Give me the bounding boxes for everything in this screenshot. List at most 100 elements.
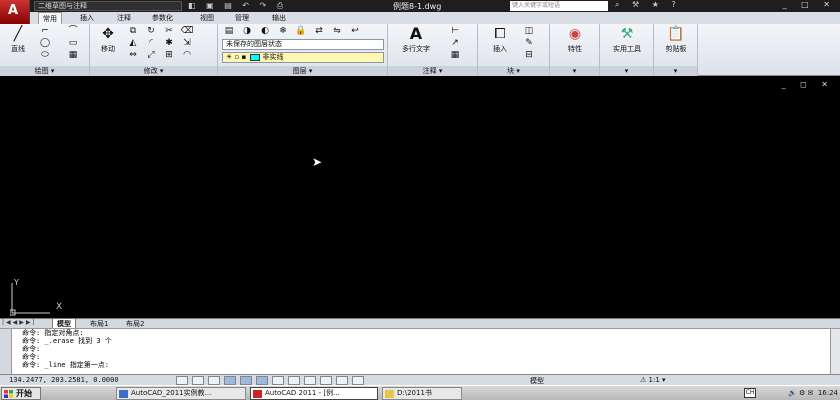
qp-toggle[interactable]: [336, 376, 348, 385]
rotate-icon[interactable]: ↻: [144, 26, 158, 37]
command-input[interactable]: 命令: _line 指定第一点:: [22, 361, 840, 369]
rectangle-icon[interactable]: ▭: [66, 38, 80, 49]
title-tools[interactable]: ⌕ ⚒ ★ ?: [615, 0, 681, 10]
command-line: 命令: _.erase 找到 3 个: [22, 337, 112, 345]
explode-icon[interactable]: ✱: [162, 38, 176, 49]
annotation-panel-label[interactable]: 注释 ▾: [388, 66, 477, 76]
application-menu-button[interactable]: A: [0, 0, 30, 24]
annotation-scale[interactable]: ⚠ 1:1 ▾: [640, 376, 666, 384]
tab-parametric[interactable]: 参数化: [152, 12, 173, 24]
offset-icon[interactable]: ◠: [180, 50, 194, 61]
layout-tab-bar: |◀◀▶▶| 模型 布局1 布局2: [0, 318, 840, 329]
layer-state-dropdown[interactable]: 未保存的图层状态: [222, 39, 384, 50]
move-icon: ✥: [102, 26, 114, 42]
command-window[interactable]: 命令: 指定对角点: 命令: _.erase 找到 3 个 命令: 命令: 命令…: [0, 328, 840, 375]
command-line: 命令: 指定对角点:: [22, 329, 84, 337]
otrack-toggle[interactable]: [256, 376, 268, 385]
sc-toggle[interactable]: [352, 376, 364, 385]
layout-nav-arrows[interactable]: |◀◀▶▶|: [2, 319, 37, 326]
move-button[interactable]: ✥ 移动: [94, 26, 122, 54]
erase-icon[interactable]: ⌫: [180, 26, 194, 37]
tab-view[interactable]: 视图: [200, 12, 214, 24]
ucs-icon: Y X: [10, 278, 62, 316]
attribute-icon[interactable]: ⊟: [522, 50, 536, 61]
circle-icon[interactable]: ◯: [38, 38, 52, 49]
layer-freeze-icon[interactable]: ❄: [276, 26, 290, 37]
block-panel-label[interactable]: 块 ▾: [478, 66, 549, 76]
clipboard-panel-label[interactable]: ▾: [654, 66, 697, 76]
clipboard-button[interactable]: 📋 剪贴板: [656, 26, 696, 54]
tab-home[interactable]: 常用: [38, 12, 62, 24]
color-wheel-icon: ◉: [568, 26, 582, 42]
table-icon[interactable]: ▦: [448, 50, 462, 61]
document-icon: [119, 390, 128, 398]
taskbar-app-book[interactable]: AutoCAD_2011实例教...: [116, 387, 246, 400]
insert-block-button[interactable]: ⧠ 插入: [484, 26, 516, 54]
tab-annotate[interactable]: 注释: [117, 12, 131, 24]
tab-insert[interactable]: 插入: [80, 12, 94, 24]
layer-off-icon[interactable]: ◑: [240, 26, 254, 37]
command-scrollbar[interactable]: [830, 329, 840, 375]
ducs-toggle[interactable]: [272, 376, 284, 385]
dyn-toggle[interactable]: [288, 376, 300, 385]
utilities-button[interactable]: ⚒ 实用工具: [604, 26, 650, 54]
tpy-toggle[interactable]: [320, 376, 332, 385]
taskbar-app-folder[interactable]: D:\2011书: [382, 387, 462, 400]
copy-icon[interactable]: ⧉: [126, 26, 140, 37]
taskbar: 开始 AutoCAD_2011实例教... AutoCAD 2011 - [例.…: [0, 385, 840, 400]
current-layer-dropdown[interactable]: ☀ ▫ ▪ 非实线: [222, 52, 384, 63]
scale-icon[interactable]: ⤢: [144, 50, 158, 61]
osnap-toggle[interactable]: [240, 376, 252, 385]
layers-panel-label[interactable]: 图层 ▾: [218, 66, 387, 76]
command-grip[interactable]: [0, 329, 12, 375]
ime-indicator[interactable]: CH: [744, 388, 756, 398]
stretch2-icon[interactable]: ⇔: [126, 50, 140, 61]
hatch-icon[interactable]: ▦: [66, 50, 80, 61]
quick-access-toolbar[interactable]: ◧ ▣ ▤ ↶ ↷ ⎙: [188, 1, 287, 11]
arc-icon[interactable]: ⌒: [66, 26, 80, 37]
polar-toggle[interactable]: [224, 376, 236, 385]
line-label: 直线: [11, 45, 25, 53]
stretch-icon[interactable]: ⇲: [180, 38, 194, 49]
draw-panel-label[interactable]: 绘图 ▾: [0, 66, 89, 76]
modify-panel: ✥ 移动 ⧉ ↻ ✂ ⌫ ◭ ◜ ✱ ⇲ ⇔ ⤢ ⊞ ◠ 修改 ▾: [90, 24, 218, 76]
drawing-canvas[interactable]: _ ◻ ✕ ➤ Y X: [0, 77, 840, 318]
viewport-controls[interactable]: _ ◻ ✕: [782, 80, 834, 89]
polyline-icon[interactable]: ⌐: [38, 26, 52, 37]
layer-properties-icon[interactable]: ▤: [222, 26, 236, 37]
trim-icon[interactable]: ✂: [162, 26, 176, 37]
grid-toggle[interactable]: [192, 376, 204, 385]
leader-icon[interactable]: ↗: [448, 38, 462, 49]
tab-manage[interactable]: 管理: [235, 12, 249, 24]
taskbar-app-autocad[interactable]: AutoCAD 2011 - [例...: [250, 387, 378, 400]
clock: 16:24: [817, 389, 838, 397]
lwt-toggle[interactable]: [304, 376, 316, 385]
ellipse-icon[interactable]: ⬭: [38, 50, 52, 61]
ortho-toggle[interactable]: [208, 376, 220, 385]
svg-text:X: X: [56, 302, 62, 312]
layer-lock-icon[interactable]: 🔒: [294, 26, 308, 37]
insert-label: 插入: [493, 45, 507, 53]
utilities-panel-label[interactable]: ▾: [600, 66, 653, 76]
mirror-icon[interactable]: ◭: [126, 38, 140, 49]
snap-toggle[interactable]: [176, 376, 188, 385]
properties-button[interactable]: ◉ 特性: [556, 26, 594, 54]
tab-output[interactable]: 输出: [272, 12, 286, 24]
edit-block-icon[interactable]: ✎: [522, 38, 536, 49]
dimension-icon[interactable]: ⊢: [448, 26, 462, 37]
mtext-button[interactable]: A 多行文字: [394, 26, 438, 54]
start-button[interactable]: 开始: [1, 387, 41, 400]
create-block-icon[interactable]: ◫: [522, 26, 536, 37]
search-input[interactable]: 键入关键字或短语: [510, 1, 608, 11]
modify-panel-label[interactable]: 修改 ▾: [90, 66, 217, 76]
workspace-select[interactable]: 二维草图与注释: [34, 1, 182, 11]
layer-match-icon[interactable]: ⇄: [312, 26, 326, 37]
fillet-icon[interactable]: ◜: [144, 38, 158, 49]
line-button[interactable]: ╱ 直线: [4, 26, 32, 54]
layer-isolate-icon[interactable]: ◐: [258, 26, 272, 37]
window-controls[interactable]: _ □ ✕: [783, 0, 836, 9]
properties-panel-label[interactable]: ▾: [550, 66, 599, 76]
layer-previous-icon[interactable]: ↩: [348, 26, 362, 37]
array-icon[interactable]: ⊞: [162, 50, 176, 61]
layer-walk-icon[interactable]: ⇋: [330, 26, 344, 37]
